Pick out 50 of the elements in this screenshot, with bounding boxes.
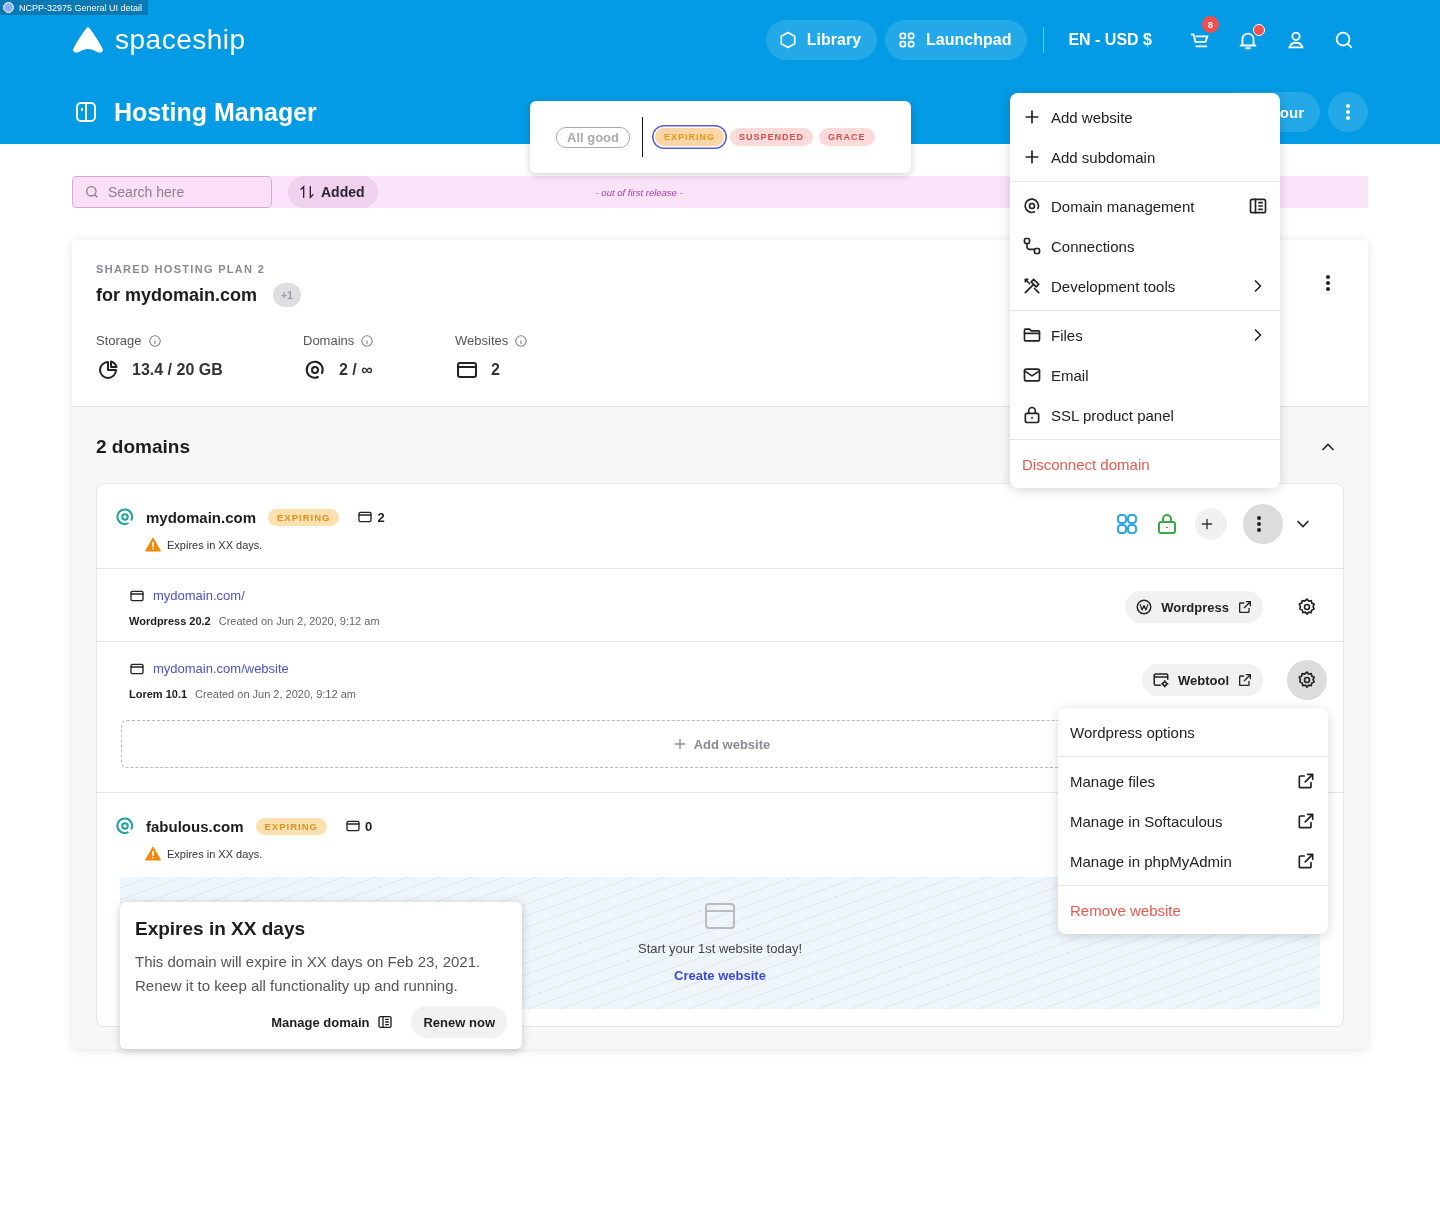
stat-label: Websites — [455, 333, 509, 348]
domain-name: mydomain.com — [146, 508, 257, 526]
app-version: Wordpress 20.2 — [129, 614, 211, 627]
stat-value: 2 — [491, 361, 500, 379]
domain-name: fabulous.com — [146, 817, 244, 835]
brand-name: spaceship — [115, 24, 246, 56]
page-title: Hosting Manager — [114, 97, 317, 127]
stat-label: Storage — [96, 333, 142, 348]
website-count: 0 — [364, 818, 373, 834]
menu-item[interactable]: Connections — [1010, 226, 1280, 266]
menu-item[interactable]: Email — [1010, 355, 1280, 395]
stat-label: Domains — [303, 333, 355, 348]
created-date: Created on Jun 2, 2020, 9:12 am — [195, 687, 356, 700]
plan-title: for mydomain.com — [96, 284, 258, 306]
menu-item[interactable]: Manage in phpMyAdmin — [1058, 841, 1328, 881]
stat-value: 2 / ∞ — [339, 361, 373, 379]
expiry-warning: Expires in XX days. — [167, 847, 263, 860]
menu-item[interactable]: SSL product panel — [1010, 395, 1280, 435]
tool-button[interactable]: Wordpress — [1125, 591, 1263, 623]
status-badge: EXPIRING — [268, 508, 340, 526]
cart-count-badge: 8 — [1202, 16, 1219, 33]
status-badge: EXPIRING — [255, 817, 327, 835]
sort-button[interactable]: Added — [288, 176, 378, 208]
menu-item[interactable]: Files — [1010, 315, 1280, 355]
stat-value: 13.4 / 20 GB — [132, 361, 223, 379]
search-field[interactable]: Search here — [72, 176, 272, 208]
manage-domain-button[interactable]: Manage domain — [271, 1014, 394, 1030]
renew-button[interactable]: Renew now — [411, 1006, 507, 1038]
created-date: Created on Jun 2, 2020, 9:12 am — [218, 614, 380, 627]
tool-button[interactable]: Webtool — [1141, 664, 1263, 696]
domains-heading: 2 domains — [96, 436, 190, 458]
empty-state-text: Start your 1st website today! — [638, 941, 802, 956]
menu-item[interactable]: Manage in Softaculous — [1058, 801, 1328, 841]
menu-item[interactable]: Development tools — [1010, 266, 1280, 306]
menu-item[interactable]: Add subdomain — [1010, 137, 1280, 177]
tooltip-text: This domain will expire in XX days on Feb 23, 2021. Renew it to keep all functionality up and running. — [135, 952, 482, 996]
app-version: Lorem 10.1 — [129, 687, 188, 700]
tooltip-title: Expires in XX days — [135, 918, 307, 940]
menu-item[interactable]: Disconnect domain — [1010, 444, 1280, 484]
menu-item[interactable]: Add website — [1010, 97, 1280, 137]
menu-item[interactable]: Remove website — [1058, 890, 1328, 930]
expiry-warning: Expires in XX days. — [167, 538, 263, 551]
website-count: 2 — [377, 509, 385, 525]
plan-eyebrow: SHARED HOSTING PLAN 2 — [96, 263, 267, 275]
create-website-link[interactable]: Create website — [674, 968, 766, 983]
release-note: - out of first release - — [595, 186, 683, 198]
menu-item[interactable]: Domain management — [1010, 186, 1280, 226]
website-link[interactable]: mydomain.com/ — [153, 588, 245, 603]
website-link[interactable]: mydomain.com/website — [153, 661, 289, 676]
extra-domains-badge: +1 — [273, 283, 302, 307]
